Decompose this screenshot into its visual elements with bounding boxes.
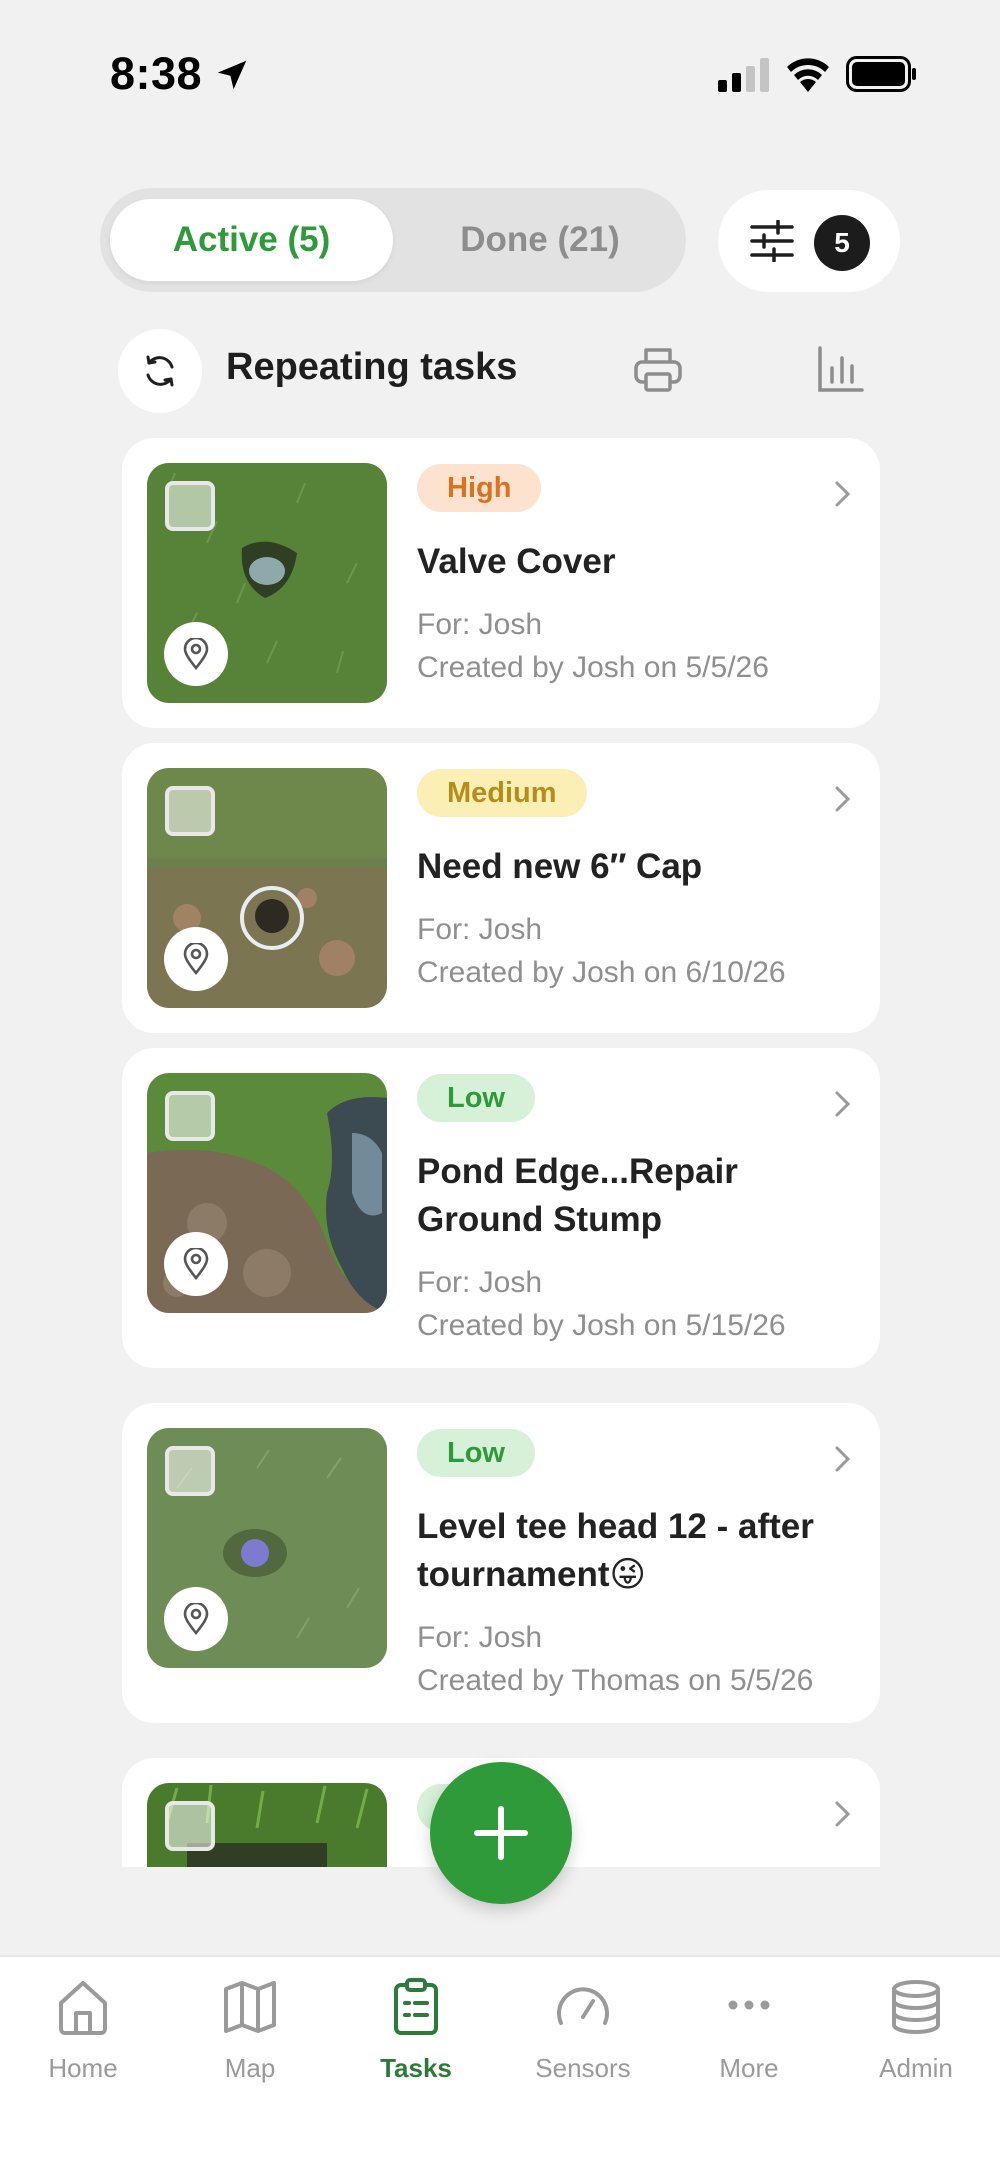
- task-created: Created by Josh on 6/10/26: [417, 956, 786, 989]
- task-title: Valve Cover: [417, 542, 616, 581]
- priority-badge: Low: [417, 1074, 535, 1122]
- status-time: 8:38: [110, 48, 203, 99]
- bottom-tab-bar: Home Map Tasks Sensors More Admin: [0, 1955, 1000, 2167]
- gauge-icon: [557, 1987, 609, 2025]
- database-icon: [892, 1980, 940, 2034]
- task-checkbox[interactable]: [165, 481, 215, 531]
- map-pin-icon: [183, 1603, 209, 1635]
- location-pin-button[interactable]: [164, 622, 228, 686]
- status-segmented-control: Active (5) Done (21): [100, 188, 686, 292]
- plus-icon: [474, 1806, 528, 1860]
- more-dots-icon: [728, 2000, 770, 2010]
- task-list: High Valve Cover For: Josh Created by Jo…: [0, 430, 1000, 1867]
- tab-more[interactable]: More: [666, 1977, 832, 2097]
- priority-badge: High: [417, 464, 542, 512]
- task-assignee: For: Josh: [417, 913, 543, 946]
- chevron-right-icon: [835, 786, 851, 812]
- tab-home[interactable]: Home: [0, 1977, 166, 2097]
- battery-icon: [846, 56, 916, 92]
- task-photo: [147, 1428, 387, 1668]
- task-title: Need new 6″ Cap: [417, 847, 703, 886]
- home-icon: [59, 1981, 107, 2035]
- tab-done[interactable]: Done (21): [400, 199, 680, 281]
- add-task-button[interactable]: [430, 1762, 572, 1904]
- task-photo: [147, 1783, 387, 1867]
- tab-label: Home: [48, 2053, 118, 2083]
- tab-map[interactable]: Map: [167, 1977, 333, 2097]
- map-pin-icon: [183, 638, 209, 670]
- printer-icon[interactable]: [632, 344, 684, 396]
- chevron-right-icon: [835, 1091, 851, 1117]
- sliders-icon: [750, 220, 794, 262]
- task-title: Pond Edge...Repair Ground Stump: [417, 1152, 738, 1239]
- chevron-right-icon: [835, 481, 851, 507]
- location-pin-button[interactable]: [164, 1232, 228, 1296]
- location-pin-button[interactable]: [164, 927, 228, 991]
- task-photo: [147, 463, 387, 703]
- task-card[interactable]: Low Level tee head 12 - after tournament…: [122, 1403, 880, 1723]
- task-title: Level tee head 12 - after tournament😜: [417, 1507, 814, 1594]
- task-checkbox[interactable]: [165, 1446, 215, 1496]
- task-assignee: For: Josh: [417, 1266, 543, 1299]
- tab-label: Map: [224, 2053, 276, 2083]
- priority-badge: Medium: [417, 769, 587, 817]
- task-checkbox[interactable]: [165, 1091, 215, 1141]
- location-pin-button[interactable]: [164, 1587, 228, 1651]
- priority-badge: Low: [417, 1429, 535, 1477]
- map-pin-icon: [183, 943, 209, 975]
- tab-sensors[interactable]: Sensors: [500, 1977, 666, 2097]
- chevron-right-icon: [835, 1801, 851, 1827]
- bar-chart-icon[interactable]: [816, 344, 866, 394]
- task-created: Created by Thomas on 5/5/26: [417, 1664, 814, 1697]
- task-created: Created by Josh on 5/15/26: [417, 1309, 786, 1342]
- task-photo: [147, 768, 387, 1008]
- location-arrow-icon: [217, 60, 247, 90]
- tab-label: Tasks: [380, 2053, 452, 2083]
- tab-active[interactable]: Active (5): [110, 199, 393, 281]
- wifi-icon: [787, 58, 829, 92]
- tab-label: Sensors: [535, 2053, 631, 2083]
- repeating-tasks-button[interactable]: [118, 329, 202, 413]
- clipboard-icon: [394, 1978, 438, 2035]
- map-pin-icon: [183, 1248, 209, 1280]
- task-created: Created by Josh on 5/5/26: [417, 651, 769, 684]
- filter-button[interactable]: 5: [718, 190, 900, 292]
- status-bar: 8:38: [0, 0, 1000, 130]
- task-checkbox[interactable]: [165, 786, 215, 836]
- repeating-tasks-label: Repeating tasks: [226, 346, 518, 388]
- filter-count-badge: 5: [814, 215, 870, 271]
- task-checkbox[interactable]: [165, 1801, 215, 1851]
- task-assignee: For: Josh: [417, 608, 543, 641]
- tab-label: More: [719, 2053, 779, 2083]
- tab-label: Admin: [879, 2053, 953, 2083]
- task-card[interactable]: High Valve Cover For: Josh Created by Jo…: [122, 438, 880, 728]
- refresh-icon: [146, 355, 174, 387]
- tab-admin[interactable]: Admin: [833, 1977, 999, 2097]
- cellular-signal-icon: [718, 58, 769, 92]
- task-assignee: For: Josh: [417, 1621, 543, 1654]
- map-icon: [224, 1981, 276, 2033]
- task-card[interactable]: Medium Need new 6″ Cap For: Josh Created…: [122, 743, 880, 1033]
- task-photo: [147, 1073, 387, 1313]
- tab-tasks[interactable]: Tasks: [333, 1977, 499, 2097]
- task-card[interactable]: Low Pond Edge...Repair Ground Stump For:…: [122, 1048, 880, 1368]
- chevron-right-icon: [835, 1446, 851, 1472]
